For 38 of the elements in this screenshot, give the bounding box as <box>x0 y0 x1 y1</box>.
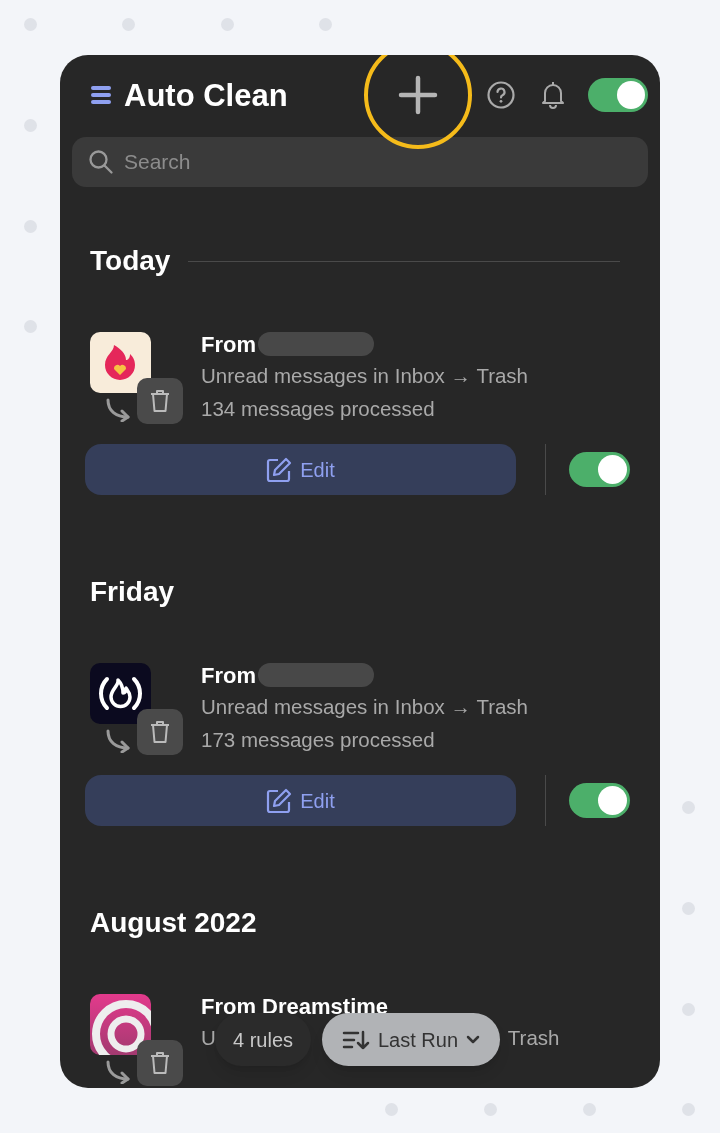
toggle-switch[interactable] <box>569 452 630 487</box>
rule-count-pill: 4 rules <box>215 1013 312 1066</box>
edit-icon <box>266 456 293 483</box>
search-bar[interactable]: Search <box>72 137 648 187</box>
edit-icon <box>266 787 293 814</box>
trash-icon <box>149 389 171 413</box>
menu-icon <box>90 84 112 106</box>
toggle-switch[interactable] <box>569 783 630 818</box>
rule-description: 173 messages processed <box>201 727 435 754</box>
section-heading: Friday <box>90 575 175 609</box>
bell-icon[interactable] <box>540 81 566 109</box>
trash-icon <box>149 720 171 744</box>
curved-arrow-icon <box>104 729 132 753</box>
app-icon <box>90 332 151 393</box>
section-heading: Today <box>90 244 171 278</box>
rule-description: Trash <box>507 1025 560 1052</box>
sender-label: From <box>201 661 256 690</box>
rule-description: Unread messages in Inbox → Trash <box>201 694 529 721</box>
curved-arrow-icon <box>104 1060 132 1084</box>
app-icon <box>90 994 151 1055</box>
edit-button[interactable]: Edit <box>85 444 516 495</box>
curved-arrow-icon <box>104 398 132 422</box>
sort-button[interactable]: Last Run <box>322 1013 501 1066</box>
help-icon[interactable] <box>487 81 515 109</box>
section-heading: August 2022 <box>90 906 257 940</box>
rule-description: U <box>201 1025 216 1052</box>
trash-icon <box>149 1051 171 1075</box>
toggle-switch[interactable] <box>588 78 648 112</box>
edit-button[interactable]: Edit <box>85 775 516 826</box>
plus-icon <box>398 75 438 115</box>
search-icon <box>88 149 114 175</box>
rule-description: 134 messages processed <box>201 396 435 423</box>
app-icon <box>90 663 151 724</box>
chevron-down-icon <box>466 1034 481 1045</box>
search-field[interactable]: Search <box>124 146 604 178</box>
app-title: Auto Clean <box>124 79 288 111</box>
sender-label: From <box>201 330 256 359</box>
rule-description: Unread messages in Inbox → Trash <box>201 363 529 390</box>
